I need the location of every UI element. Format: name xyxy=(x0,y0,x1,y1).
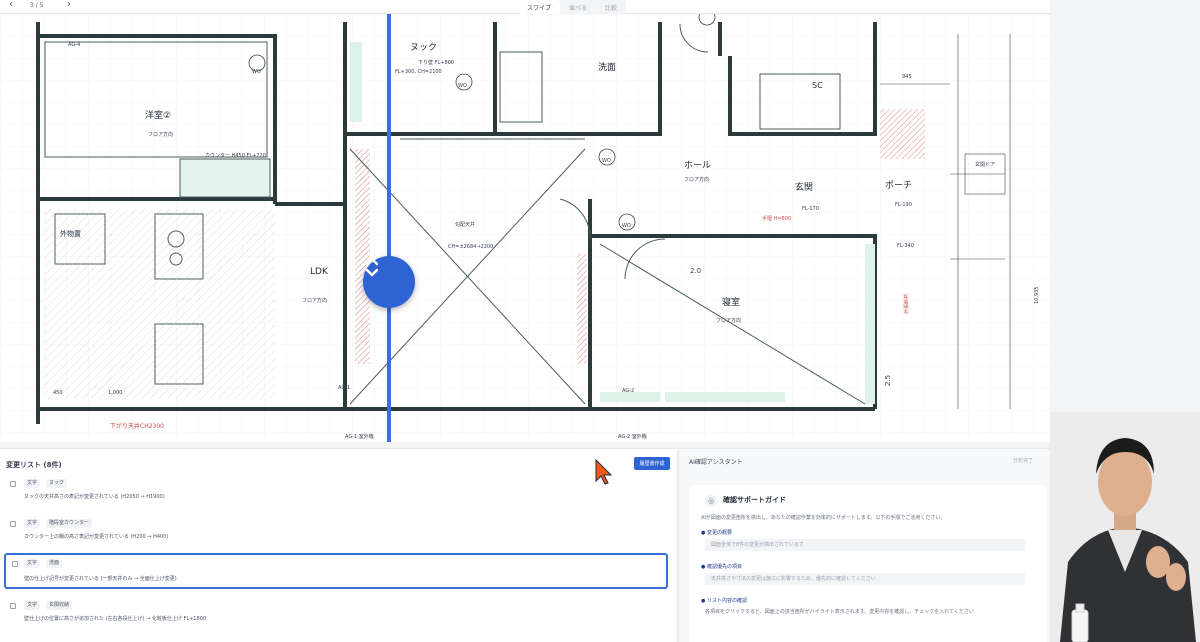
change-description: 壁の仕上げ記号が変更されている (一部天井のみ → 全面仕上げ変更) xyxy=(24,576,177,582)
room-bedroom: 寝室 xyxy=(722,296,740,308)
change-item[interactable]: 文字 玄関収納 壁仕上げの位置に高さが追加された (左右各段仕上げ) → 化粧板… xyxy=(4,599,668,627)
room-porch: ポーチ xyxy=(885,180,912,191)
section-body: 図面全体で8件の変更が検出されています xyxy=(705,539,1025,551)
room-washroom: 洗面 xyxy=(598,61,616,73)
svg-text:勾配天井: 勾配天井 xyxy=(455,221,475,228)
room-entrance: 玄関 xyxy=(795,181,813,193)
svg-text:FL-340: FL-340 xyxy=(897,243,914,249)
room-hall: ホール xyxy=(684,160,711,171)
mouse-cursor-icon xyxy=(595,459,613,485)
svg-text:AG-4: AG-4 xyxy=(68,42,80,48)
change-description: カウンター上の棚の高さ表記が変更されている (H200 → H400) xyxy=(24,534,169,540)
change-checkbox[interactable] xyxy=(10,481,16,487)
change-type-tag: 文字 xyxy=(24,479,41,488)
create-report-button[interactable]: 履歴書作成 xyxy=(634,457,670,470)
change-description: 壁仕上げの位置に高さが追加された (左右各段仕上げ) → 化粧板仕上げ FL+1… xyxy=(24,616,207,622)
top-toolbar: ‹ 3 / 5 › スワイプ 並べる 比較 xyxy=(0,0,1050,14)
svg-text:2.0: 2.0 xyxy=(690,267,701,275)
guide-card: ◎ 確認サポートガイド AIが図面の変更箇所を検出し、あなたの確認作業を効率的に… xyxy=(689,485,1047,642)
floor-plan-drawing: 洋室② ヌック 洗面 ホール 玄関 ポーチ LDK 寝室 外物置 SC AG-4… xyxy=(0,14,1050,442)
svg-text:下り壁 FL+800: 下り壁 FL+800 xyxy=(418,59,454,66)
section-body: 天井高さや寸法の変更は施工に影響するため、優先的に確認してください xyxy=(705,573,1025,585)
svg-text:フロア方向: フロア方向 xyxy=(148,131,173,138)
change-type-tag: 文字 xyxy=(24,519,41,528)
presenter-webcam xyxy=(1050,412,1200,642)
tab-side-by-side[interactable]: 並べる xyxy=(560,0,596,14)
svg-text:10,935: 10,935 xyxy=(1034,287,1040,305)
change-checkbox[interactable] xyxy=(10,603,16,609)
svg-text:450: 450 xyxy=(53,390,63,396)
app-window: ‹ 3 / 5 › スワイプ 並べる 比較 洋室② ヌック 洗面 ホール 玄関 … xyxy=(0,0,1200,642)
change-target-tag: ヌック xyxy=(46,479,68,488)
svg-text:手摺 H=800: 手摺 H=800 xyxy=(762,215,791,222)
room-ldk: LDK xyxy=(310,267,329,277)
svg-text:CH=±2684→2200: CH=±2684→2200 xyxy=(448,244,493,250)
svg-text:フロア方向: フロア方向 xyxy=(684,176,709,183)
section-heading: ● 確認優先の項目 xyxy=(701,564,742,570)
svg-text:945: 945 xyxy=(902,74,912,80)
chevron-up-down-icon xyxy=(365,257,379,277)
swipe-divider[interactable] xyxy=(387,14,391,442)
svg-text:WO: WO xyxy=(602,158,611,164)
change-target-tag: 玄関収納 xyxy=(46,601,73,610)
change-item[interactable]: 文字 階段室カウンター カウンター上の棚の高さ表記が変更されている (H200 … xyxy=(4,517,668,545)
room-western-2: 洋室② xyxy=(145,109,171,121)
ai-status: 分析完了 xyxy=(1013,458,1034,464)
change-item-selected[interactable]: 文字 洗面 壁の仕上げ記号が変更されている (一部天井のみ → 全面仕上げ変更) xyxy=(4,553,668,589)
change-target-tag: 階段室カウンター xyxy=(46,519,93,528)
ai-panel-title: AI確認アシスタント xyxy=(689,459,743,466)
svg-text:カウンター H450 FL+720: カウンター H450 FL+720 xyxy=(205,152,266,159)
tab-compare[interactable]: 比較 xyxy=(596,0,626,14)
tab-swipe[interactable]: スワイプ xyxy=(518,0,561,14)
annotation-sagari: 下がり天井CH2300 xyxy=(110,422,164,430)
change-list-title: 変更リスト (8件) xyxy=(6,461,62,469)
change-target-tag: 洗面 xyxy=(46,559,63,568)
svg-text:外張断熱: 外張断熱 xyxy=(903,294,910,314)
page-indicator: 3 / 5 xyxy=(30,2,44,9)
room-nook: ヌック xyxy=(410,42,437,53)
svg-text:AG-1: AG-1 xyxy=(338,385,350,391)
svg-text:FL+300, CH=2100: FL+300, CH=2100 xyxy=(395,69,442,75)
room-storage: 外物置 xyxy=(60,229,81,238)
view-mode-tabs: スワイプ 並べる 比較 xyxy=(518,0,627,14)
svg-text:WO: WO xyxy=(622,223,631,229)
change-list-panel: 変更リスト (8件) 履歴書作成 文字 ヌック ヌックの天井高さの表記が変更され… xyxy=(0,448,676,642)
change-checkbox[interactable] xyxy=(12,561,18,567)
svg-text:AG-2 室外機: AG-2 室外機 xyxy=(618,433,647,440)
ai-assistant-panel: AI確認アシスタント 分析完了 ◎ 確認サポートガイド AIが図面の変更箇所を検… xyxy=(678,448,1050,642)
change-description: ヌックの天井高さの表記が変更されている (H2050 → H1900) xyxy=(24,494,165,500)
search-icon: ◎ xyxy=(705,495,717,507)
presenter-image xyxy=(1050,412,1200,642)
change-checkbox[interactable] xyxy=(10,521,16,527)
room-sc: SC xyxy=(812,81,823,90)
floor-plan-viewer[interactable]: 洋室② ヌック 洗面 ホール 玄関 ポーチ LDK 寝室 外物置 SC AG-4… xyxy=(0,14,1050,442)
svg-text:AG-2: AG-2 xyxy=(622,388,634,394)
svg-text:1,000: 1,000 xyxy=(108,390,122,396)
svg-text:フロア方向: フロア方向 xyxy=(716,317,741,324)
section-heading: ● 変更の概要 xyxy=(701,530,732,536)
swipe-handle[interactable] xyxy=(363,256,415,308)
change-type-tag: 文字 xyxy=(24,601,41,610)
section-body: 各項目をクリックすると、図面上の該当箇所がハイライト表示されます。変更内容を確認… xyxy=(705,609,974,615)
svg-text:FL-190: FL-190 xyxy=(895,202,912,208)
change-type-tag: 文字 xyxy=(24,559,41,568)
change-item[interactable]: 文字 ヌック ヌックの天井高さの表記が変更されている (H2050 → H190… xyxy=(4,477,668,505)
svg-text:FL-170: FL-170 xyxy=(802,206,819,212)
guide-title: 確認サポートガイド xyxy=(723,496,786,504)
svg-text:玄関ドア: 玄関ドア xyxy=(975,161,995,168)
svg-text:AG-1 室外機: AG-1 室外機 xyxy=(345,433,374,440)
chevron-right-icon[interactable]: › xyxy=(62,0,76,12)
svg-text:フロア方向: フロア方向 xyxy=(302,297,327,304)
section-heading: ● リスト内容の確認 xyxy=(701,598,747,604)
guide-intro: AIが図面の変更箇所を検出し、あなたの確認作業を効率的にサポートします。以下の手… xyxy=(701,515,946,521)
svg-text:2.5: 2.5 xyxy=(884,375,892,386)
chevron-left-icon[interactable]: ‹ xyxy=(4,0,18,12)
